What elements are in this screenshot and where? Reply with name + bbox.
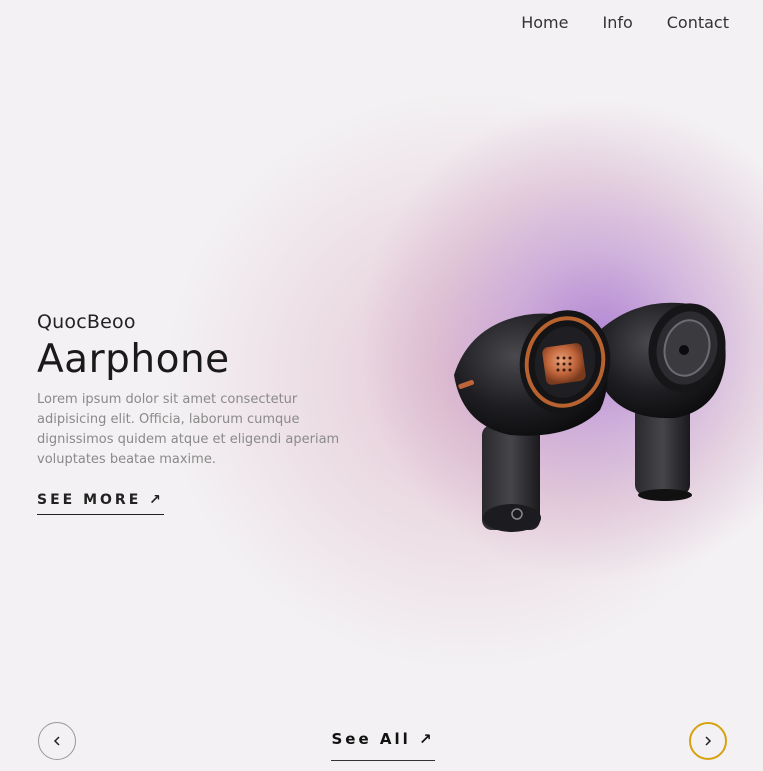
hero-content: QuocBeoo Aarphone Lorem ipsum dolor sit … [37,311,357,515]
nav-info-link[interactable]: Info [602,13,632,32]
top-nav: Home Info Contact [521,13,729,32]
prev-slide-button[interactable] [38,722,76,760]
earphones-image [440,290,740,540]
chevron-right-icon [702,732,714,751]
product-description: Lorem ipsum dolor sit amet consectetur a… [37,391,340,467]
next-slide-button[interactable] [689,722,727,760]
see-all-link[interactable]: See All ↗ [331,730,435,761]
carousel-controls: See All ↗ [0,720,763,771]
hero-slide: Home Info Contact QuocBeoo Aarphone Lore… [0,0,763,771]
see-more-link[interactable]: SEE MORE ↗ [37,492,164,515]
nav-home-link[interactable]: Home [521,13,568,32]
brand-name: QuocBeoo [37,311,136,333]
chevron-left-icon [51,732,63,751]
product-title: Aarphone [37,337,230,382]
nav-contact-link[interactable]: Contact [667,13,729,32]
